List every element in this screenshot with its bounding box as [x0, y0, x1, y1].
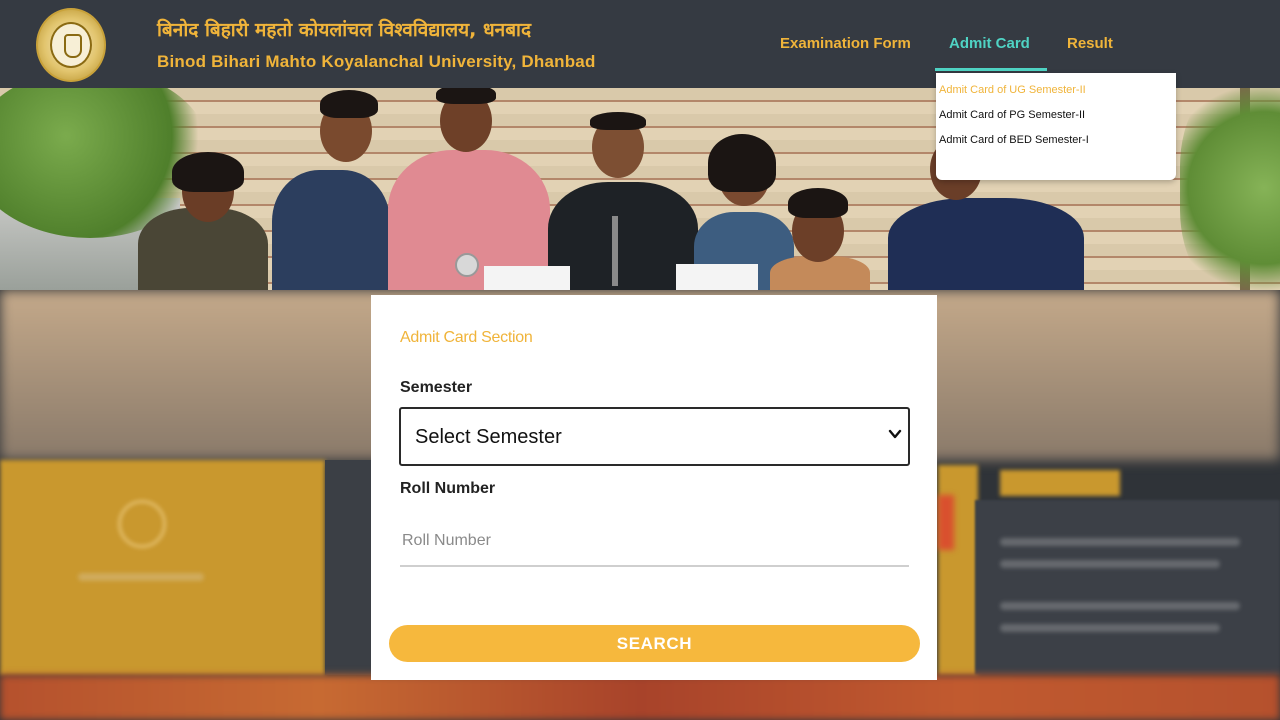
semester-label: Semester: [400, 379, 473, 396]
person-5-hair: [708, 134, 776, 192]
blurred-text-line: [1000, 602, 1240, 610]
chevron-down-icon: [888, 429, 902, 439]
blurred-red-mark: [938, 495, 954, 550]
banner-tree-right: [1180, 88, 1280, 290]
admit-card-dropdown-menu: Admit Card of UG Semester-II Admit Card …: [936, 73, 1176, 180]
blurred-text-line: [1000, 624, 1220, 632]
person-1-hair: [172, 152, 244, 192]
university-title-english: Binod Bihari Mahto Koyalanchal Universit…: [157, 52, 596, 71]
blurred-text-line: [1000, 538, 1240, 546]
nav-examination-form[interactable]: Examination Form: [780, 35, 911, 52]
active-nav-indicator: [935, 68, 1047, 71]
nav-result[interactable]: Result: [1067, 35, 1113, 52]
person-2-hair: [320, 90, 378, 118]
person-6-hair: [788, 188, 848, 218]
search-button[interactable]: SEARCH: [389, 625, 920, 662]
dropdown-item-bed-semester-1[interactable]: Admit Card of BED Semester-I: [939, 134, 1089, 146]
dropdown-item-pg-semester-2[interactable]: Admit Card of PG Semester-II: [939, 109, 1085, 121]
person-7: [888, 198, 1084, 290]
dropdown-item-ug-semester-2[interactable]: Admit Card of UG Semester-II: [939, 84, 1086, 96]
roll-number-input[interactable]: [400, 517, 909, 567]
medal-icon: [455, 253, 479, 277]
blurred-notice-panel: [975, 500, 1280, 675]
university-title-hindi: बिनोद बिहारी महतो कोयलांचल विश्वविद्यालय…: [157, 19, 532, 41]
trophy-icon: [612, 216, 618, 286]
semester-select[interactable]: Select Semester: [399, 407, 910, 466]
semester-select-value: Select Semester: [415, 426, 562, 448]
blurred-user-icon: [118, 500, 166, 548]
university-seal-icon[interactable]: [36, 8, 106, 82]
person-3-hair: [436, 88, 496, 104]
section-title: Admit Card Section: [400, 329, 533, 346]
nav-admit-card[interactable]: Admit Card: [949, 35, 1030, 52]
roll-number-label: Roll Number: [400, 480, 496, 497]
certificate-1: [484, 266, 570, 290]
certificate-2: [676, 264, 758, 290]
blurred-text-line: [78, 573, 204, 581]
blurred-footer-strip: [0, 675, 1280, 720]
blurred-notice-tab: [1000, 470, 1120, 496]
admit-card-form: Admit Card Section Semester Select Semes…: [371, 295, 937, 680]
person-4-hair: [590, 112, 646, 130]
blurred-divider: [325, 460, 375, 675]
blurred-text-line: [1000, 560, 1220, 568]
person-2: [272, 170, 390, 290]
blurred-student-login-panel: [0, 460, 325, 675]
